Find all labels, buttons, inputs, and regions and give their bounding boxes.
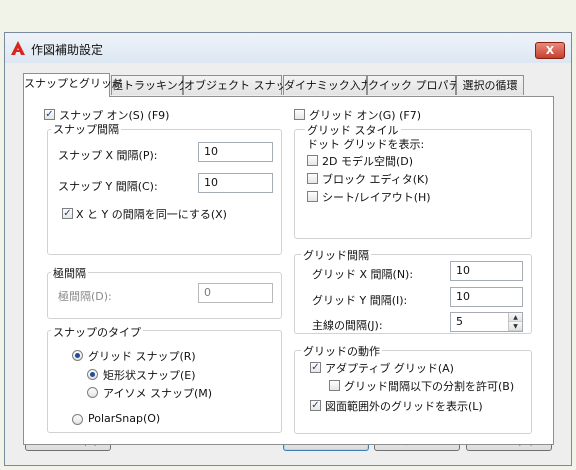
snap-type-group-label: スナップのタイプ <box>51 324 143 340</box>
polarsnap-radio[interactable] <box>72 414 83 425</box>
polar-spacing-group-label: 極間隔 <box>51 265 88 281</box>
stepper-up-icon[interactable]: ▲ <box>509 313 522 322</box>
polar-distance-input[interactable]: 0 <box>198 283 273 303</box>
tab-snap-and-grid[interactable]: スナップとグリッド <box>23 73 123 97</box>
tab-panel: ✓ スナップ オン(S) (F9) スナップ間隔 スナップ X 間隔(P): 1… <box>23 96 554 445</box>
grid-x-input[interactable]: 10 <box>450 261 523 281</box>
sheet-layout-checkbox[interactable] <box>307 191 318 202</box>
rectangular-snap-label: 矩形状スナップ(E) <box>103 369 196 382</box>
autocad-logo-icon <box>11 41 25 55</box>
grid-snap-label: グリッド スナップ(R) <box>88 350 196 363</box>
block-editor-checkbox[interactable] <box>307 173 318 184</box>
snap-y-label: スナップ Y 間隔(C): <box>58 180 158 193</box>
isometric-snap-radio[interactable] <box>87 387 98 398</box>
stepper-down-icon[interactable]: ▼ <box>509 322 522 331</box>
block-editor-label: ブロック エディタ(K) <box>322 173 429 186</box>
grid-x-label: グリッド X 間隔(N): <box>312 268 414 281</box>
adaptive-grid-checkbox[interactable]: ✓ <box>310 362 321 373</box>
tab-object-snap[interactable]: オブジェクト スナップ <box>183 75 298 95</box>
tab-quick-properties[interactable]: クイック プロパティ <box>367 75 470 95</box>
snap-y-input[interactable]: 10 <box>198 173 273 193</box>
subdivide-checkbox[interactable] <box>329 380 340 391</box>
adaptive-grid-label: アダプティブ グリッド(A) <box>325 362 454 375</box>
dot-grid-label: ドット グリッドを表示: <box>307 138 425 151</box>
major-line-stepper[interactable]: ▲ ▼ <box>508 313 522 331</box>
polar-distance-label: 極間隔(D): <box>58 290 112 303</box>
title-bar: 作図補助設定 X <box>5 33 571 63</box>
grid-snap-radio[interactable] <box>72 350 83 361</box>
grid-behavior-group-label: グリッドの動作 <box>301 343 382 359</box>
snap-on-checkbox[interactable]: ✓ <box>44 109 55 120</box>
grid-y-label: グリッド Y 間隔(I): <box>312 294 408 307</box>
snap-spacing-group-label: スナップ間隔 <box>51 121 121 137</box>
major-line-label: 主線の間隔(J): <box>312 319 383 332</box>
grid-on-label: グリッド オン(G) (F7) <box>309 109 422 122</box>
equal-spacing-checkbox[interactable]: ✓ <box>62 208 73 219</box>
grid-y-input[interactable]: 10 <box>450 287 523 307</box>
window-title: 作図補助設定 <box>31 43 104 57</box>
sheet-layout-label: シート/レイアウト(H) <box>322 191 431 204</box>
subdivide-label: グリッド間隔以下の分割を許可(B) <box>344 380 515 393</box>
grid-on-checkbox[interactable] <box>294 109 305 120</box>
snap-x-label: スナップ X 間隔(P): <box>58 149 158 162</box>
isometric-snap-label: アイソメ スナップ(M) <box>103 387 213 400</box>
tab-dynamic-input[interactable]: ダイナミック入力 <box>283 75 372 95</box>
snap-x-input[interactable]: 10 <box>198 142 273 162</box>
drafting-settings-dialog: 作図補助設定 X スナップとグリッド 極トラッキング オブジェクト スナップ ダ… <box>4 32 572 466</box>
rectangular-snap-radio[interactable] <box>87 369 98 380</box>
tab-selection-cycling[interactable]: 選択の循環 <box>456 75 524 95</box>
model-space-label: 2D モデル空間(D) <box>322 155 414 168</box>
polarsnap-label: PolarSnap(O) <box>88 412 161 425</box>
beyond-limits-label: 図面範囲外のグリッドを表示(L) <box>325 400 483 413</box>
background-area <box>0 0 576 32</box>
close-button[interactable]: X <box>535 42 565 59</box>
beyond-limits-checkbox[interactable]: ✓ <box>310 400 321 411</box>
grid-spacing-group-label: グリッド間隔 <box>301 247 371 263</box>
model-space-checkbox[interactable] <box>307 155 318 166</box>
equal-spacing-label: X と Y の間隔を同一にする(X) <box>76 208 227 221</box>
